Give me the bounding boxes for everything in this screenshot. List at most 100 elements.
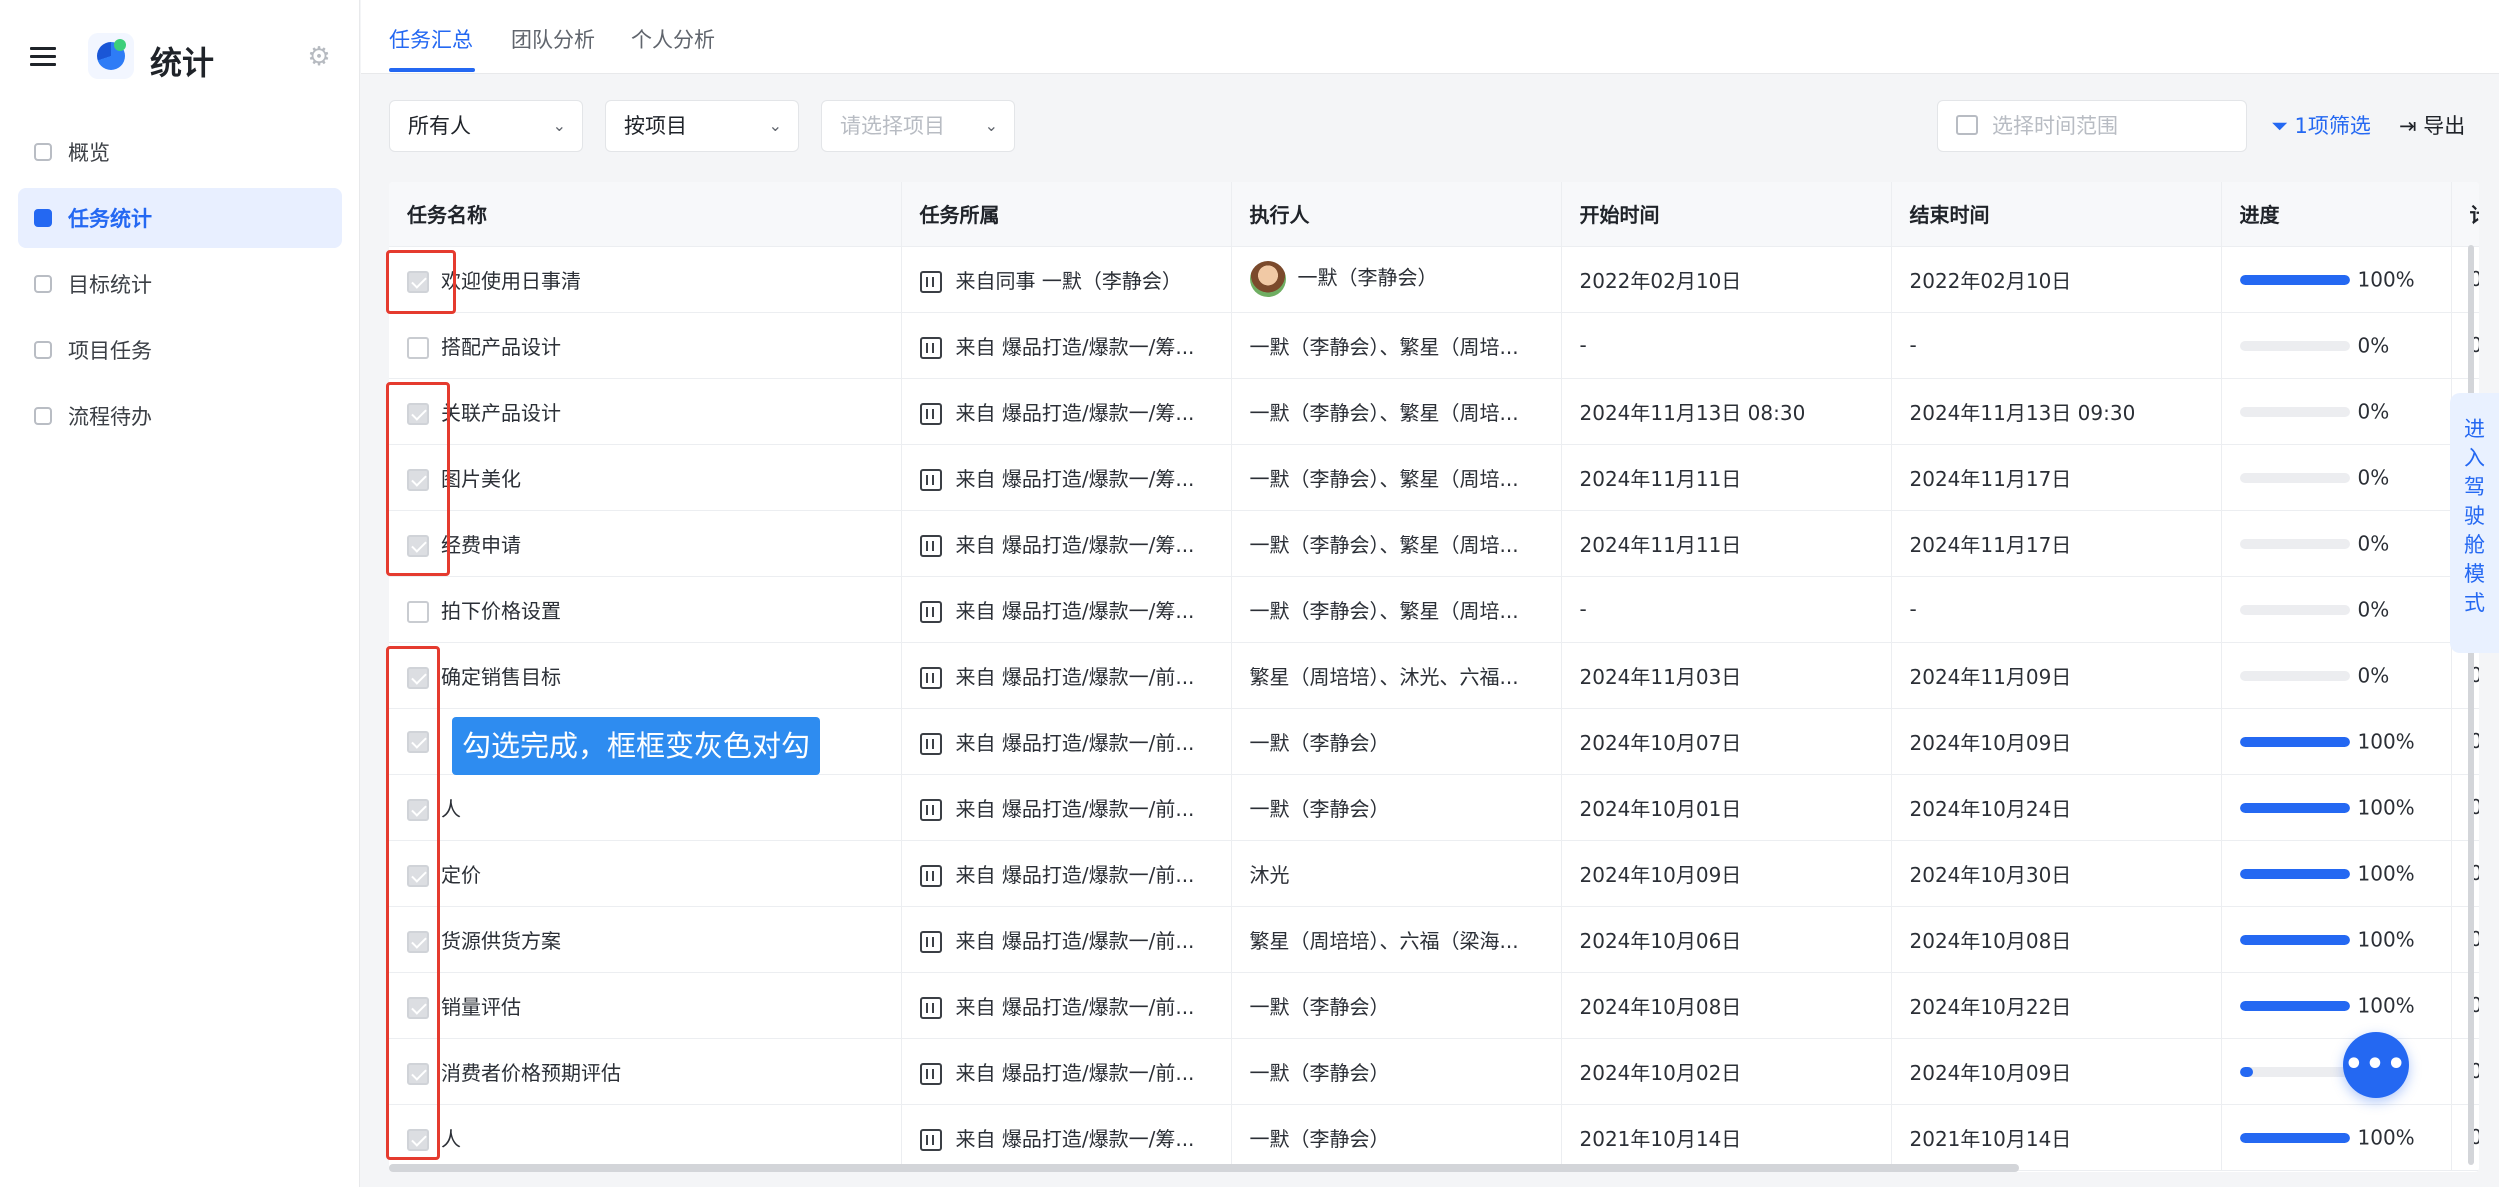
task-name[interactable]: 关联产品设计 bbox=[441, 401, 561, 425]
sidebar-item-goal-stats[interactable]: 目标统计 bbox=[18, 254, 342, 314]
table-row[interactable]: 消费者价格预期评估 来自 爆品打造/爆款一/前... 一默（李静会） 2024年10月… bbox=[389, 1038, 2479, 1105]
cell-plan: 0 bbox=[2451, 774, 2479, 841]
project-text[interactable]: 来自同事 一默（李静会） bbox=[956, 269, 1182, 293]
cell-executor: 一默（李静会） bbox=[1231, 708, 1562, 775]
project-text[interactable]: 来自 爆品打造/爆款一/筹... bbox=[956, 599, 1195, 623]
filter-bar: 所有人 ⌄ 按项目 ⌄ 请选择项目 ⌄ 选择时间范围 ⏷ 1项筛选 ⇥ 导出 bbox=[389, 100, 2479, 154]
cell-executor: 一默（李静会）、繁星（周培... bbox=[1231, 312, 1562, 379]
task-name[interactable]: 定价 bbox=[441, 863, 481, 887]
cell-project: 来自 爆品打造/爆款一/筹... bbox=[901, 1104, 1232, 1171]
table-row[interactable]: 欢迎使用日事清 来自同事 一默（李静会） 一默（李静会） 2022年02月10日 202… bbox=[389, 246, 2479, 313]
executor-text: 一默（李静会） bbox=[1249, 994, 1390, 1019]
gear-icon[interactable]: ⚙ bbox=[306, 44, 332, 70]
filter-button[interactable]: ⏷ 1项筛选 bbox=[2271, 100, 2371, 152]
table-row[interactable]: 货源供货方案 来自 爆品打造/爆款一/前... 繁星（周培培）、六福（梁海... 20… bbox=[389, 906, 2479, 973]
column-header-end-time[interactable]: 结束时间 bbox=[1891, 182, 2222, 247]
project-select-placeholder: 请选择项目 bbox=[840, 114, 945, 138]
task-name[interactable]: 确定销售目标 bbox=[441, 665, 561, 689]
cell-progress bbox=[2221, 1038, 2452, 1105]
table-row[interactable]: 确定销售目标 来自 爆品打造/爆款一/前... 繁星（周培培）、沐光、六福... 20… bbox=[389, 642, 2479, 709]
sidebar-item-task-stats[interactable]: 任务统计 bbox=[18, 188, 342, 248]
task-name[interactable]: 人 bbox=[441, 797, 461, 821]
tab-task-summary[interactable]: 任务汇总 bbox=[389, 24, 473, 54]
task-name[interactable]: 消费者价格预期评估 bbox=[441, 1061, 621, 1085]
project-text[interactable]: 来自 爆品打造/爆款一/前... bbox=[956, 863, 1195, 887]
cell-progress: 0% bbox=[2221, 312, 2452, 379]
project-text[interactable]: 来自 爆品打造/爆款一/筹... bbox=[956, 533, 1195, 557]
menu-icon[interactable] bbox=[30, 47, 56, 67]
executor-text: 一默（李静会）、繁星（周培... bbox=[1249, 334, 1519, 359]
project-text[interactable]: 来自 爆品打造/爆款一/前... bbox=[956, 929, 1195, 953]
project-text[interactable]: 来自 爆品打造/爆款一/筹... bbox=[956, 1127, 1195, 1151]
complete-checkbox[interactable] bbox=[407, 601, 429, 623]
column-header-executor[interactable]: 执行人 bbox=[1231, 182, 1562, 247]
sidebar-item-overview[interactable]: 概览 bbox=[18, 122, 342, 182]
vertical-scrollbar[interactable] bbox=[2468, 245, 2474, 1165]
table-row[interactable]: 拍下价格设置 来自 爆品打造/爆款一/筹... 一默（李静会）、繁星（周培... - -… bbox=[389, 576, 2479, 643]
column-header-progress[interactable]: 进度 bbox=[2221, 182, 2452, 247]
project-text[interactable]: 来自 爆品打造/爆款一/筹... bbox=[956, 335, 1195, 359]
project-text[interactable]: 来自 爆品打造/爆款一/筹... bbox=[956, 467, 1195, 491]
active-tab-indicator bbox=[389, 68, 475, 72]
tab-personal-analysis[interactable]: 个人分析 bbox=[631, 24, 715, 54]
task-name[interactable]: 搭配产品设计 bbox=[441, 335, 561, 359]
task-name[interactable]: 欢迎使用日事清 bbox=[441, 269, 581, 293]
project-text[interactable]: 来自 爆品打造/爆款一/前... bbox=[956, 731, 1195, 755]
project-text[interactable]: 来自 爆品打造/爆款一/筹... bbox=[956, 401, 1195, 425]
cell-plan: 0 bbox=[2451, 246, 2479, 313]
table-row[interactable]: 定价 来自 爆品打造/爆款一/前... 沐光 2024年10月09日 2024年10月3… bbox=[389, 840, 2479, 907]
cockpit-mode-button[interactable]: 进入驾驶舱模式 bbox=[2450, 393, 2499, 653]
progress-bar bbox=[2239, 934, 2350, 945]
column-header-project[interactable]: 任务所属 bbox=[901, 182, 1232, 247]
task-name[interactable]: 人 bbox=[441, 1127, 461, 1151]
task-name[interactable]: 货源供货方案 bbox=[441, 929, 561, 953]
sidebar-item-workflow-todo[interactable]: 流程待办 bbox=[18, 386, 342, 446]
cell-end-time: - bbox=[1891, 576, 2222, 643]
cell-progress: 0% bbox=[2221, 378, 2452, 445]
cell-end-time: 2024年10月09日 bbox=[1891, 708, 2222, 775]
board-icon bbox=[919, 931, 942, 953]
column-header-start-time[interactable]: 开始时间 bbox=[1561, 182, 1892, 247]
project-text[interactable]: 来自 爆品打造/爆款一/前... bbox=[956, 665, 1195, 689]
date-range-input[interactable]: 选择时间范围 bbox=[1937, 100, 2247, 152]
table-row[interactable]: 搭配产品设计 来自 爆品打造/爆款一/筹... 一默（李静会）、繁星（周培... - -… bbox=[389, 312, 2479, 379]
task-name[interactable]: 图片美化 bbox=[441, 467, 521, 491]
table-row[interactable]: 经费申请 来自 爆品打造/爆款一/筹... 一默（李静会）、繁星（周培... 2024… bbox=[389, 510, 2479, 577]
executor-text: 一默（李静会）、繁星（周培... bbox=[1249, 400, 1519, 425]
cell-task-name: 关联产品设计 bbox=[389, 378, 902, 445]
cell-start-time: 2024年11月11日 bbox=[1561, 510, 1892, 577]
project-text[interactable]: 来自 爆品打造/爆款一/前... bbox=[956, 1061, 1195, 1085]
task-name[interactable]: 拍下价格设置 bbox=[441, 599, 561, 623]
task-name[interactable]: 销量评估 bbox=[441, 995, 521, 1019]
table-row[interactable]: 人 来自 爆品打造/爆款一/筹... 一默（李静会） 2021年10月14日 2021年… bbox=[389, 1104, 2479, 1171]
column-header-task-name[interactable]: 任务名称 bbox=[389, 182, 902, 247]
cell-start-time: - bbox=[1561, 576, 1892, 643]
cell-project: 来自 爆品打造/爆款一/前... bbox=[901, 642, 1232, 709]
export-button[interactable]: ⇥ 导出 bbox=[2399, 100, 2465, 152]
flow-icon bbox=[34, 407, 52, 425]
complete-checkbox[interactable] bbox=[407, 337, 429, 359]
progress-bar bbox=[2239, 604, 2350, 615]
table-row[interactable]: 销量评估 来自 爆品打造/爆款一/前... 一默（李静会） 2024年10月08日 20… bbox=[389, 972, 2479, 1039]
project-text[interactable]: 来自 爆品打造/爆款一/前... bbox=[956, 797, 1195, 821]
sidebar-item-label: 概览 bbox=[68, 141, 110, 165]
tab-team-analysis[interactable]: 团队分析 bbox=[511, 24, 595, 54]
column-header-plan[interactable]: 计 bbox=[2451, 182, 2479, 247]
project-select[interactable]: 请选择项目 ⌄ bbox=[821, 100, 1015, 152]
group-by-select-value: 按项目 bbox=[624, 114, 687, 138]
progress-bar bbox=[2239, 340, 2350, 351]
owner-select[interactable]: 所有人 ⌄ bbox=[389, 100, 583, 152]
cell-end-time: 2022年02月10日 bbox=[1891, 246, 2222, 313]
table-row[interactable]: 人 来自 爆品打造/爆款一/前... 一默（李静会） 2024年10月01日 2024年… bbox=[389, 774, 2479, 841]
project-text[interactable]: 来自 爆品打造/爆款一/前... bbox=[956, 995, 1195, 1019]
task-name[interactable]: 经费申请 bbox=[441, 533, 521, 557]
cell-plan: 0 bbox=[2451, 312, 2479, 379]
sidebar-nav: 概览 任务统计 目标统计 项目任务 流程待办 bbox=[18, 122, 342, 452]
more-actions-button[interactable]: ••• bbox=[2343, 1032, 2409, 1098]
task-table: 任务名称 任务所属 执行人 开始时间 结束时间 进度 计 欢迎使用日事清 来自同事… bbox=[389, 182, 2479, 1172]
sidebar-item-project-tasks[interactable]: 项目任务 bbox=[18, 320, 342, 380]
horizontal-scrollbar[interactable] bbox=[389, 1164, 2019, 1172]
group-by-select[interactable]: 按项目 ⌄ bbox=[605, 100, 799, 152]
table-row[interactable]: 关联产品设计 来自 爆品打造/爆款一/筹... 一默（李静会）、繁星（周培... 20… bbox=[389, 378, 2479, 445]
table-row[interactable]: 图片美化 来自 爆品打造/爆款一/筹... 一默（李静会）、繁星（周培... 2024… bbox=[389, 444, 2479, 511]
